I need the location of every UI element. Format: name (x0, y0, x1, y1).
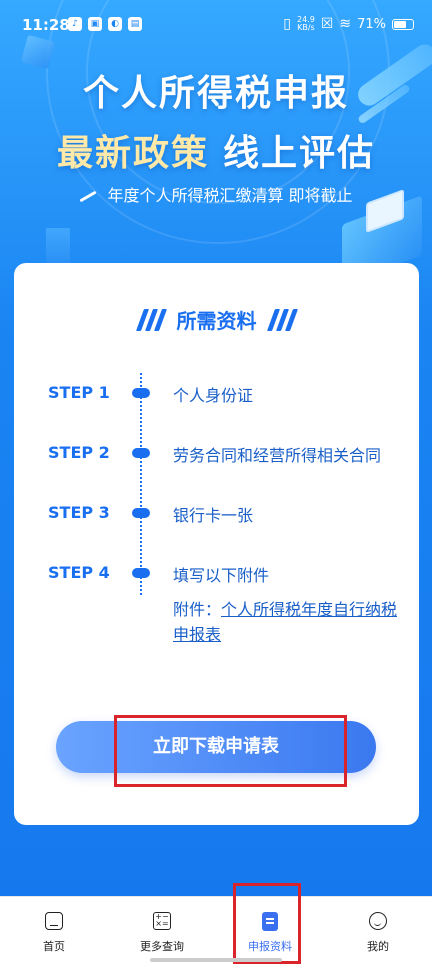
nav-label: 更多查询 (140, 940, 184, 953)
hero-title: 个人所得税申报 (82, 73, 349, 114)
highlight-box-nav (233, 883, 301, 964)
attachment-note: 附件：个人所得税年度自行纳税申报表 (173, 597, 398, 647)
hero-subtitle-rest: 线上评估 (223, 133, 376, 174)
step-label: STEP 1 (48, 383, 110, 402)
nav-label: 我的 (367, 940, 389, 953)
step-dot-icon (132, 448, 150, 458)
stripes-right-icon (266, 308, 298, 331)
step-item-4: STEP 4 填写以下附件 (14, 557, 419, 587)
step-text: 个人身份证 (173, 386, 254, 405)
hero-tagline-text: 年度个人所得税汇缴清算 即将截止 (107, 186, 353, 205)
hero-decor-block (46, 228, 70, 268)
battery-icon (392, 18, 414, 30)
tagline-slash-icon (79, 190, 97, 203)
hero-subtitle: 最新政策 线上评估 (0, 124, 432, 176)
step-text: 劳务合同和经营所得相关合同 (173, 446, 382, 465)
bottom-navigation: 首页 +− ×= 更多查询 申报资料 我的 (0, 896, 432, 964)
step-item-1: STEP 1 个人身份证 (14, 377, 419, 407)
step-item-2: STEP 2 劳务合同和经营所得相关合同 (14, 437, 419, 467)
step-label: STEP 3 (48, 503, 110, 522)
hero-tagline: 年度个人所得税汇缴清算 即将截止 (0, 182, 432, 206)
step-text: 填写以下附件 (173, 566, 270, 585)
nav-item-me[interactable]: 我的 (324, 897, 432, 964)
highlight-box-download (114, 715, 347, 787)
step-label: STEP 2 (48, 443, 110, 462)
step-label: STEP 4 (48, 563, 110, 582)
nav-item-more-queries[interactable]: +− ×= 更多查询 (108, 897, 216, 964)
home-icon (45, 912, 63, 930)
battery-fill (394, 20, 407, 28)
stripes-left-icon (135, 308, 167, 331)
home-indicator (150, 958, 282, 962)
step-dot-icon (132, 568, 150, 578)
nav-label: 首页 (43, 940, 65, 953)
calculator-icon: +− ×= (153, 912, 171, 930)
section-header: 所需资料 (14, 305, 419, 334)
step-item-3: STEP 3 银行卡一张 (14, 497, 419, 527)
step-dot-icon (132, 388, 150, 398)
smiley-icon (369, 912, 387, 930)
step-text: 银行卡一张 (173, 506, 254, 525)
hero-subtitle-highlight: 最新政策 (56, 133, 209, 174)
step-dot-icon (132, 508, 150, 518)
page: 11:28 ♪ ▣ ◐ ▤ ▯ 24.9 KB/s ☒ ≋ 71% 个人所得税申… (0, 0, 432, 964)
attachment-prefix: 附件： (173, 600, 222, 619)
hero-decor-ring-outer (46, 0, 390, 244)
nav-item-home[interactable]: 首页 (0, 897, 108, 964)
section-title: 所需资料 (176, 309, 257, 333)
